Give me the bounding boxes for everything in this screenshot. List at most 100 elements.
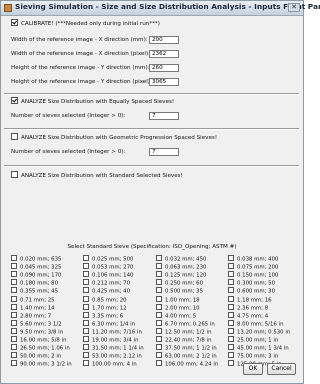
sieve-checkbox[interactable] xyxy=(228,344,234,351)
sieve-option[interactable]: 37.50 mm; 1 1/2 in xyxy=(156,344,217,353)
sieve-option[interactable]: 25.00 mm; 1 in xyxy=(228,336,278,345)
geometric-checkbox[interactable] xyxy=(11,133,18,140)
sieve-checkbox[interactable] xyxy=(83,336,89,342)
sieve-option[interactable]: 90.00 mm; 3 1/2 in xyxy=(11,360,72,369)
sieve-checkbox[interactable] xyxy=(83,352,89,359)
sieve-checkbox[interactable] xyxy=(11,271,17,278)
sieve-option[interactable]: 0.85 mm; 20 xyxy=(83,295,127,305)
ref-height-mm-field[interactable]: 260 xyxy=(149,64,179,72)
sieve-checkbox[interactable] xyxy=(156,352,162,359)
sieve-option[interactable]: 0.600 mm; 30 xyxy=(228,287,275,296)
standard-checkbox[interactable] xyxy=(11,171,18,178)
sieve-checkbox[interactable] xyxy=(11,295,17,302)
cancel-button[interactable]: Cancel xyxy=(267,363,296,375)
sieve-checkbox[interactable] xyxy=(11,311,17,318)
sieve-checkbox[interactable] xyxy=(228,319,234,326)
sieve-option[interactable]: 2.80 mm; 7 xyxy=(11,311,51,321)
sieve-option[interactable]: 0.300 mm; 50 xyxy=(228,279,275,288)
equal-sieve-count-field[interactable]: 7 xyxy=(149,112,179,120)
ref-width-mm-field[interactable]: 200 xyxy=(149,36,179,44)
sieve-checkbox[interactable] xyxy=(228,287,234,294)
sieve-option[interactable]: 0.180 mm; 80 xyxy=(11,279,58,288)
sieve-checkbox[interactable] xyxy=(228,360,234,367)
sieve-checkbox[interactable] xyxy=(83,279,89,286)
ref-width-pixel-field[interactable]: 2362 xyxy=(149,50,179,58)
calibrate-option[interactable]: CALIBRATE! (***Needed only during initia… xyxy=(11,19,160,28)
sieve-checkbox[interactable] xyxy=(228,263,234,270)
sieve-option[interactable]: 50.00 mm; 2 in xyxy=(11,352,61,361)
sieve-option[interactable]: 106.00 mm; 4.24 in xyxy=(156,360,218,369)
sieve-option[interactable]: 0.150 mm; 100 xyxy=(228,271,278,280)
sieve-option[interactable]: 0.038 mm; 400 xyxy=(228,255,278,264)
sieve-checkbox[interactable] xyxy=(83,319,89,326)
sieve-checkbox[interactable] xyxy=(83,327,89,334)
sieve-checkbox[interactable] xyxy=(228,303,234,310)
sieve-checkbox[interactable] xyxy=(156,287,162,294)
sieve-option[interactable]: 45.00 mm; 1 3/4 in xyxy=(228,344,289,353)
sieve-checkbox[interactable] xyxy=(228,295,234,302)
sieve-checkbox[interactable] xyxy=(11,279,17,286)
sieve-checkbox[interactable] xyxy=(156,263,162,270)
sieve-checkbox[interactable] xyxy=(11,336,17,342)
sieve-checkbox[interactable] xyxy=(11,319,17,326)
sieve-checkbox[interactable] xyxy=(156,360,162,367)
ok-button[interactable]: OK xyxy=(243,363,263,375)
sieve-checkbox[interactable] xyxy=(11,255,17,261)
sieve-checkbox[interactable] xyxy=(156,344,162,351)
ref-height-pixel-field[interactable]: 3065 xyxy=(149,78,179,86)
sieve-option[interactable]: 5.60 mm; 3 1/2 xyxy=(11,319,62,329)
sieve-option[interactable]: 8.00 mm; 5/16 in xyxy=(228,319,283,329)
sieve-option[interactable]: 1.00 mm; 18 xyxy=(156,295,200,305)
sieve-checkbox[interactable] xyxy=(156,336,162,342)
sieve-option[interactable]: 75.00 mm; 3 in xyxy=(228,352,278,361)
sieve-checkbox[interactable] xyxy=(11,287,17,294)
sieve-option[interactable]: 6.70 mm; 0.265 in xyxy=(156,319,215,329)
sieve-checkbox[interactable] xyxy=(156,311,162,318)
sieve-option[interactable]: 9.50 mm; 3/8 in xyxy=(11,327,63,337)
sieve-option[interactable]: 2.36 mm; 8 xyxy=(228,303,268,313)
sieve-checkbox[interactable] xyxy=(11,352,17,359)
sieve-option[interactable]: 0.425 mm; 40 xyxy=(83,287,130,296)
sieve-option[interactable]: 1.70 mm; 12 xyxy=(83,303,127,313)
equal-spaced-checkbox[interactable] xyxy=(11,97,18,104)
sieve-checkbox[interactable] xyxy=(156,271,162,278)
sieve-option[interactable]: 0.045 mm; 325 xyxy=(11,263,61,272)
sieve-option[interactable]: 0.063 mm; 230 xyxy=(156,263,206,272)
sieve-checkbox[interactable] xyxy=(83,255,89,261)
sieve-checkbox[interactable] xyxy=(83,295,89,302)
sieve-checkbox[interactable] xyxy=(11,344,17,351)
sieve-checkbox[interactable] xyxy=(11,263,17,270)
sieve-checkbox[interactable] xyxy=(228,271,234,278)
sieve-option[interactable]: 2.00 mm; 10 xyxy=(156,303,200,313)
standard-option[interactable]: ANALYZE Size Distribution with Standard … xyxy=(11,171,183,180)
sieve-checkbox[interactable] xyxy=(156,255,162,261)
sieve-checkbox[interactable] xyxy=(228,279,234,286)
sieve-option[interactable]: 0.025 mm; 500 xyxy=(83,255,133,264)
sieve-option[interactable]: 63.00 mm; 2 1/2 in xyxy=(156,352,217,361)
sieve-option[interactable]: 0.090 mm; 170 xyxy=(11,271,61,280)
sieve-checkbox[interactable] xyxy=(228,255,234,261)
sieve-option[interactable]: 0.250 mm; 60 xyxy=(156,279,203,288)
sieve-option[interactable]: 1.18 mm; 16 xyxy=(228,295,272,305)
sieve-option[interactable]: 0.125 mm; 120 xyxy=(156,271,206,280)
sieve-checkbox[interactable] xyxy=(83,311,89,318)
close-button[interactable]: ✕ xyxy=(288,3,300,12)
sieve-checkbox[interactable] xyxy=(83,344,89,351)
sieve-option[interactable]: 53.00 mm; 2.12 in xyxy=(83,352,142,361)
sieve-option[interactable]: 22.40 mm; 7/8 in xyxy=(156,336,211,345)
geometric-sieve-count-field[interactable]: 7 xyxy=(149,148,179,156)
sieve-option[interactable]: 0.71 mm; 25 xyxy=(11,295,55,305)
sieve-option[interactable]: 1.40 mm; 14 xyxy=(11,303,55,313)
sieve-checkbox[interactable] xyxy=(83,271,89,278)
sieve-checkbox[interactable] xyxy=(83,287,89,294)
sieve-option[interactable]: 16.00 mm; 5/8 in xyxy=(11,336,66,345)
sieve-option[interactable]: 12.50 mm; 1/2 in xyxy=(156,327,211,337)
sieve-option[interactable]: 0.500 mm; 35 xyxy=(156,287,203,296)
sieve-option[interactable]: 0.355 mm; 45 xyxy=(11,287,58,296)
sieve-checkbox[interactable] xyxy=(11,303,17,310)
title-bar[interactable]: Sieving Simulation - Size and Size Distr… xyxy=(1,1,320,16)
sieve-checkbox[interactable] xyxy=(156,303,162,310)
sieve-option[interactable]: 100.00 mm; 4 in xyxy=(83,360,137,369)
sieve-checkbox[interactable] xyxy=(156,327,162,334)
sieve-option[interactable]: 0.020 mm; 635 xyxy=(11,255,61,264)
